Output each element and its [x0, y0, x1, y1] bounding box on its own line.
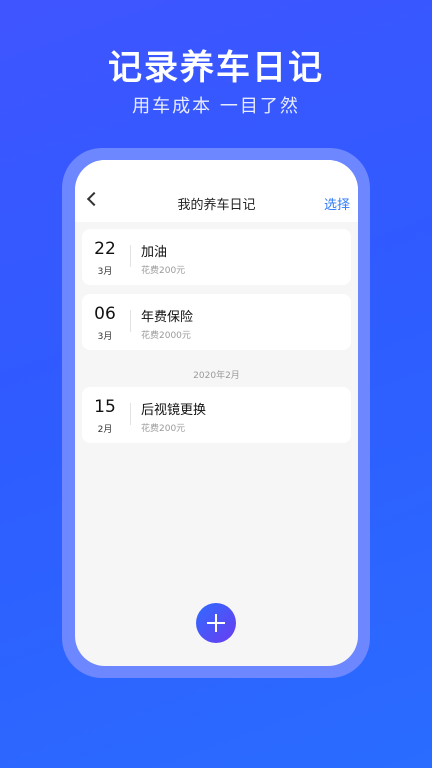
- entry-title: 后视镜更换: [141, 403, 207, 418]
- promo-headline: 记录养车日记: [108, 48, 324, 88]
- entry-cost: 花费200元: [141, 266, 186, 276]
- entry-day: 22: [94, 239, 116, 259]
- entry-cost: 花费2000元: [141, 331, 191, 341]
- entry-month: 3月: [97, 332, 113, 342]
- list-item[interactable]: 15 2月 后视镜更换 花费200元: [82, 387, 351, 443]
- plus-icon: [215, 614, 217, 632]
- divider: [130, 403, 131, 425]
- navigation-bar: 我的养车日记 选择: [75, 160, 358, 222]
- divider: [130, 310, 131, 332]
- entry-month: 2月: [97, 425, 113, 435]
- promo-subline: 用车成本 一目了然: [132, 96, 300, 117]
- entry-day: 15: [94, 397, 116, 417]
- divider: [130, 245, 131, 267]
- app-screen: 我的养车日记 选择 22 3月 加油 花费200元 06 3月 年费保险 花费2…: [75, 160, 358, 666]
- month-section-header: 2020年2月: [193, 371, 240, 381]
- entry-title: 年费保险: [141, 310, 194, 325]
- entry-cost: 花费200元: [141, 424, 186, 434]
- list-item[interactable]: 06 3月 年费保险 花费2000元: [82, 294, 351, 350]
- select-button[interactable]: 选择: [324, 194, 350, 213]
- page-title: 我的养车日记: [177, 198, 256, 213]
- entry-title: 加油: [141, 245, 168, 260]
- list-item[interactable]: 22 3月 加油 花费200元: [82, 229, 351, 285]
- entry-month: 3月: [97, 267, 113, 277]
- add-entry-button[interactable]: [196, 603, 236, 643]
- entry-day: 06: [94, 304, 116, 324]
